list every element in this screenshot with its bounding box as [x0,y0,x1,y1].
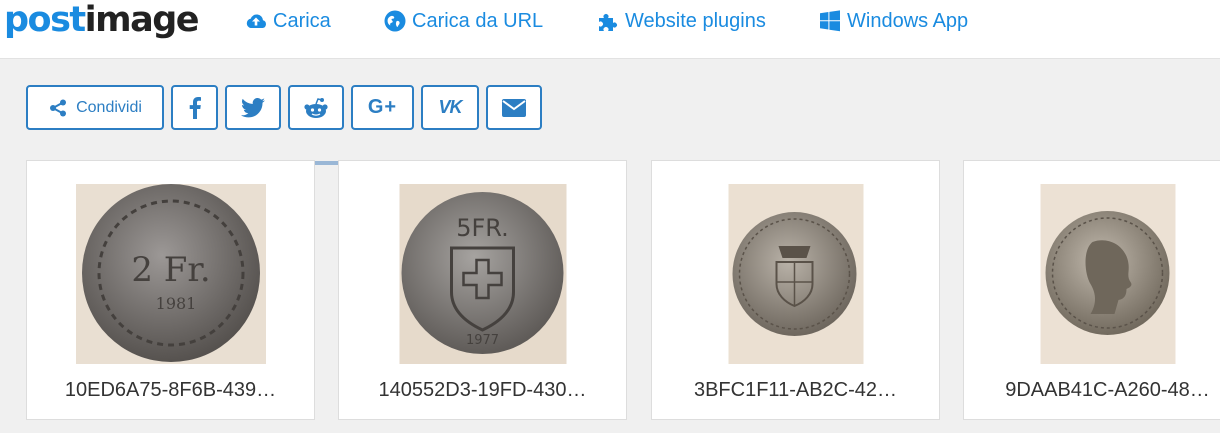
coin-thumbnail-5fr[interactable]: 5FR. 1977 [399,184,566,364]
logo[interactable]: postimage [4,0,200,40]
nav-upload-link[interactable]: Carica [244,8,331,34]
file-name[interactable]: 10ED6A75-8F6B-439… [27,379,314,402]
file-name[interactable]: 9DAAB41C-A260-48… [964,379,1220,402]
divider [213,152,351,165]
share-button-label: Condividi [76,98,142,116]
puzzle-icon [596,9,620,33]
gallery-card[interactable]: 2 Fr. 1981 10ED6A75-8F6B-439… [26,160,315,420]
globe-icon [383,9,407,33]
share-bar: Condividi G+ VK [26,85,549,130]
logo-part-post: post [4,0,86,40]
share-button[interactable]: Condividi [26,85,164,130]
file-name[interactable]: 3BFC1F11-AB2C-42… [652,379,939,402]
nav-website-plugins-link[interactable]: Website plugins [596,8,766,34]
coin-thumbnail-portrait[interactable] [1040,184,1175,364]
reddit-icon [303,97,329,119]
coin-thumbnail-2fr[interactable]: 2 Fr. 1981 [75,184,266,364]
nav-upload-label: Carica [273,9,331,32]
coin-text: 2 Fr. [131,250,210,290]
reddit-share-button[interactable] [288,85,344,130]
coin-year: 1977 [465,333,498,348]
coin-text: 5FR. [456,214,509,242]
google-plus-share-button[interactable]: G+ [351,85,414,130]
nav-website-plugins-label: Website plugins [625,9,766,32]
top-navbar: postimage Carica Carica da URL Website p… [0,0,1220,59]
coin-year: 1981 [155,294,196,313]
nav-windows-app-label: Windows App [847,9,969,32]
share-icon [48,98,68,118]
logo-part-image: image [84,0,200,40]
email-share-button[interactable] [486,85,542,130]
email-icon [502,98,526,117]
coin-thumbnail-swedish-crown[interactable] [728,184,863,364]
twitter-icon [241,97,265,118]
google-plus-icon: G+ [367,96,398,118]
facebook-icon [189,96,201,119]
gallery-card[interactable]: 3BFC1F11-AB2C-42… [651,160,940,420]
nav-upload-url-link[interactable]: Carica da URL [383,8,543,34]
twitter-share-button[interactable] [225,85,281,130]
windows-icon [818,9,842,33]
facebook-share-button[interactable] [171,85,218,130]
nav-upload-url-label: Carica da URL [412,9,544,32]
vk-icon: VK [438,97,462,117]
nav-windows-app-link[interactable]: Windows App [818,8,968,34]
gallery-card[interactable]: 9DAAB41C-A260-48… [963,160,1220,420]
gallery-card[interactable]: 5FR. 1977 140552D3-19FD-430… [338,160,627,420]
cloud-upload-icon [244,9,268,33]
file-name[interactable]: 140552D3-19FD-430… [339,379,626,402]
vk-share-button[interactable]: VK [421,85,479,130]
